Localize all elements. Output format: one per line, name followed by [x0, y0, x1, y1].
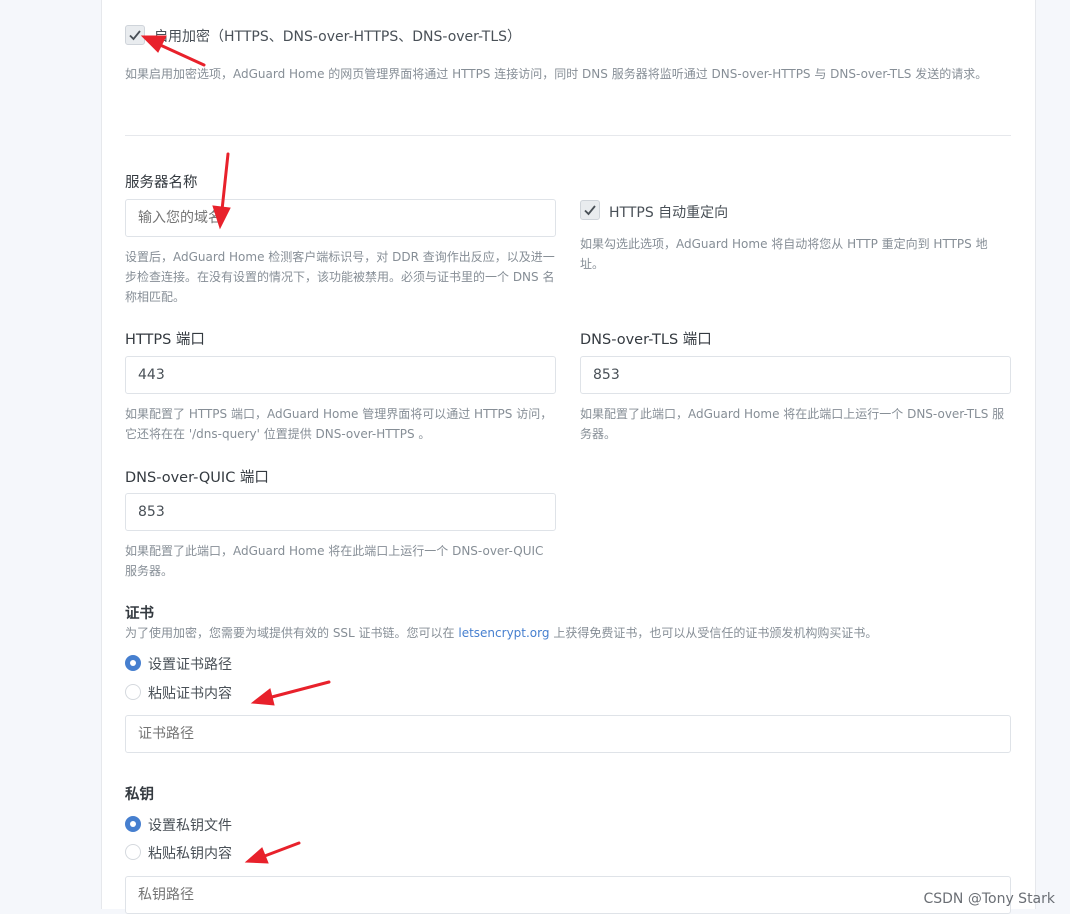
divider — [125, 135, 1011, 136]
https-port-label: HTTPS 端口 — [125, 332, 205, 348]
server-name-label: 服务器名称 — [125, 175, 198, 191]
cert-paste-option-label[interactable]: 粘贴证书内容 — [148, 683, 232, 703]
dot-port-label: DNS-over-TLS 端口 — [580, 332, 712, 348]
https-port-help: 如果配置了 HTTPS 端口，AdGuard Home 管理界面将可以通过 HT… — [125, 407, 553, 441]
key-file-option-label[interactable]: 设置私钥文件 — [148, 815, 232, 835]
letsencrypt-link[interactable]: letsencrypt.org — [458, 626, 549, 640]
check-icon — [584, 205, 596, 216]
doq-port-input[interactable]: 853 — [125, 493, 556, 531]
cert-paste-radio[interactable] — [125, 684, 141, 700]
cert-path-option-label[interactable]: 设置证书路径 — [148, 654, 232, 674]
cert-path-input[interactable] — [125, 715, 1011, 753]
doq-port-label: DNS-over-QUIC 端口 — [125, 470, 269, 486]
dot-port-input[interactable]: 853 — [580, 356, 1011, 394]
server-name-input[interactable] — [125, 199, 556, 237]
https-redirect-label[interactable]: HTTPS 自动重定向 — [609, 202, 728, 222]
enable-encryption-checkbox[interactable] — [125, 25, 145, 45]
key-paste-option-label[interactable]: 粘贴私钥内容 — [148, 843, 232, 863]
https-redirect-checkbox[interactable] — [580, 200, 600, 220]
cert-path-radio[interactable] — [125, 655, 141, 671]
watermark: CSDN @Tony Stark — [923, 891, 1055, 907]
dot-port-help: 如果配置了此端口，AdGuard Home 将在此端口上运行一个 DNS-ove… — [580, 407, 1005, 441]
settings-card — [101, 0, 1036, 909]
enable-encryption-help: 如果启用加密选项，AdGuard Home 的网页管理界面将通过 HTTPS 连… — [125, 67, 988, 81]
https-port-input[interactable]: 443 — [125, 356, 556, 394]
private-key-title: 私钥 — [125, 787, 154, 803]
certificate-help-text-end: 上获得免费证书，也可以从受信任的证书颁发机构购买证书。 — [549, 626, 878, 640]
server-name-help: 设置后，AdGuard Home 检测客户端标识号，对 DDR 查询作出反应，以… — [125, 250, 555, 304]
certificate-title: 证书 — [125, 606, 154, 622]
check-icon — [129, 30, 141, 41]
key-path-input[interactable] — [125, 876, 1011, 914]
certificate-help: 为了使用加密，您需要为域提供有效的 SSL 证书链。您可以在 letsencry… — [125, 623, 1015, 643]
certificate-help-text: 为了使用加密，您需要为域提供有效的 SSL 证书链。您可以在 — [125, 626, 459, 640]
doq-port-help: 如果配置了此端口，AdGuard Home 将在此端口上运行一个 DNS-ove… — [125, 544, 544, 578]
enable-encryption-label[interactable]: 启用加密（HTTPS、DNS-over-HTTPS、DNS-over-TLS） — [154, 26, 521, 46]
https-redirect-help: 如果勾选此选项，AdGuard Home 将自动将您从 HTTP 重定向到 HT… — [580, 237, 988, 271]
key-paste-radio[interactable] — [125, 844, 141, 860]
key-file-radio[interactable] — [125, 816, 141, 832]
